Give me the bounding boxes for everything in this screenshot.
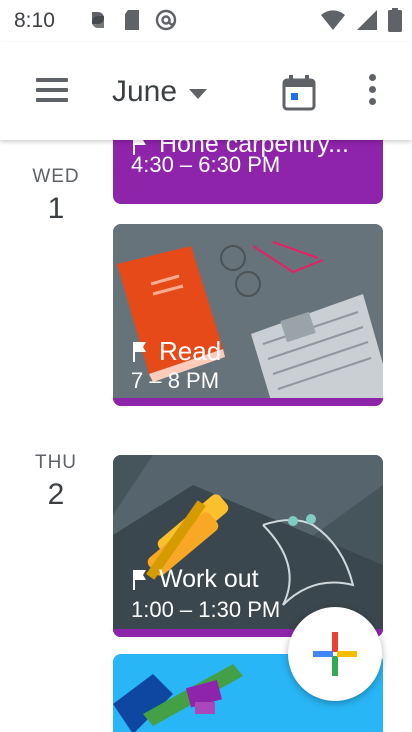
event-title: Work out bbox=[159, 565, 259, 593]
event-card-read[interactable]: Read 7 – 8 PM bbox=[113, 224, 383, 406]
day-of-week: WED bbox=[32, 166, 80, 187]
google-photos-icon bbox=[92, 12, 104, 28]
flag-icon bbox=[133, 569, 146, 590]
status-bar: 8:10 bbox=[0, 0, 412, 42]
create-event-fab[interactable] bbox=[288, 607, 382, 701]
event-time: 4:30 – 6:30 PM bbox=[131, 152, 281, 177]
event-time: 1:00 – 1:30 PM bbox=[131, 597, 281, 622]
caret-down-icon bbox=[189, 89, 208, 99]
event-time: 7 – 8 PM bbox=[131, 368, 220, 393]
sd-card-icon bbox=[125, 10, 139, 30]
day-number: 1 bbox=[47, 192, 65, 225]
hamburger-menu-icon[interactable] bbox=[36, 78, 72, 104]
status-icons-left bbox=[86, 8, 178, 32]
signal-icon bbox=[357, 10, 377, 30]
day-header-thu[interactable]: THU 2 bbox=[24, 452, 88, 512]
event-card-hone-carpentry[interactable]: Hone carpentry... 4:30 – 6:30 PM bbox=[113, 140, 383, 204]
day-of-week: THU bbox=[34, 452, 78, 473]
status-icons-right bbox=[320, 8, 402, 32]
day-number: 2 bbox=[47, 478, 65, 511]
event-title: Read bbox=[159, 336, 222, 366]
status-time: 8:10 bbox=[14, 9, 55, 32]
more-vertical-icon[interactable] bbox=[362, 74, 382, 114]
calendar-today-icon[interactable] bbox=[280, 74, 318, 112]
day-header-wed[interactable]: WED 1 bbox=[24, 166, 88, 226]
wifi-icon bbox=[321, 10, 345, 30]
flag-icon bbox=[133, 341, 146, 362]
app-bar: June bbox=[0, 42, 412, 140]
at-sign-icon bbox=[155, 9, 177, 31]
battery-icon bbox=[388, 8, 402, 32]
month-label: June bbox=[112, 75, 178, 108]
plus-icon bbox=[313, 632, 357, 676]
month-selector-button[interactable]: June bbox=[112, 70, 208, 114]
event-color-strip bbox=[113, 398, 383, 406]
